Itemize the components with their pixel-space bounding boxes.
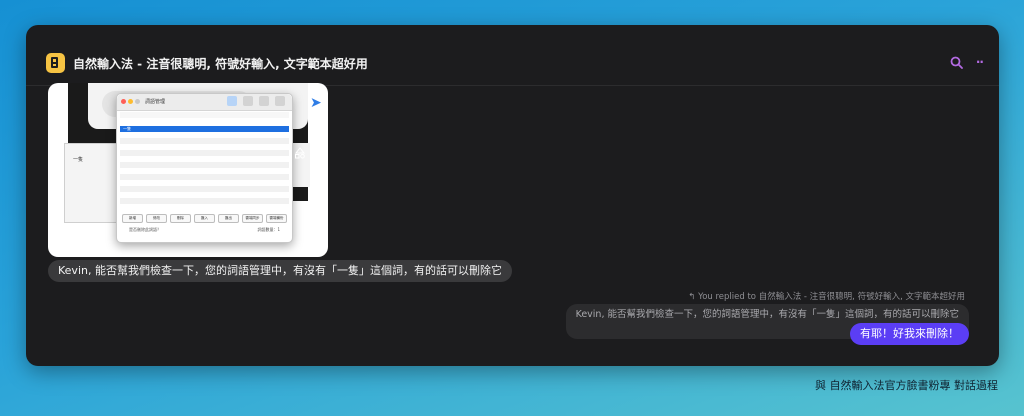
- shapes-icon: [294, 147, 306, 159]
- search-icon[interactable]: [950, 56, 963, 69]
- chat-window: 自然輸入法 - 注音很聰明, 符號好輸入, 文字範本超好用 ·· ➤ 一隻 詞語…: [26, 25, 999, 366]
- send-arrow-icon: ➤: [310, 95, 322, 111]
- word-manager-dialog: 詞語管理 一隻 新增 修改 刪除 匯入 匯出 雲端同步 雲端備份 是否刪除此詞語…: [116, 93, 293, 243]
- image-caption: 與 自然輸入法官方臉書粉專 對話過程: [815, 379, 998, 392]
- shared-screenshot[interactable]: ➤ 一隻 詞語管理 一隻 新增 修改 刪除 匯入 匯出 雲端同步 雲端備份 是否…: [48, 83, 328, 257]
- reply-info: ↰ You replied to 自然輸入法 - 注音很聰明, 符號好輸入, 文…: [688, 290, 965, 302]
- reply-info-text: You replied to 自然輸入法 - 注音很聰明, 符號好輸入, 文字範…: [698, 292, 965, 302]
- dialog-button: 新增: [122, 214, 143, 223]
- dialog-title: 詞語管理: [145, 99, 166, 105]
- chat-header: 自然輸入法 - 注音很聰明, 符號好輸入, 文字範本超好用 ··: [26, 51, 999, 86]
- dialog-button: 修改: [146, 214, 167, 223]
- chat-title[interactable]: 自然輸入法 - 注音很聰明, 符號好輸入, 文字範本超好用: [73, 55, 368, 72]
- left-window-text: 一隻: [73, 157, 84, 163]
- reply-arrow-icon: ↰: [688, 292, 699, 302]
- app-logo-icon[interactable]: [46, 53, 65, 73]
- dialog-button: 匯出: [218, 214, 239, 223]
- dialog-footer-left: 是否刪除此詞語？: [129, 227, 161, 232]
- dialog-button: 刪除: [170, 214, 191, 223]
- more-icon[interactable]: ··: [976, 55, 984, 69]
- dialog-button: 雲端備份: [266, 214, 287, 223]
- incoming-message[interactable]: Kevin, 能否幫我們檢查一下，您的詞語管理中，有沒有「一隻」這個詞，有的話可…: [48, 260, 512, 282]
- outgoing-message[interactable]: 有耶！好我來刪除！: [850, 323, 969, 345]
- dialog-button: 雲端同步: [242, 214, 263, 223]
- selected-word-row: 一隻: [120, 126, 289, 132]
- dialog-footer-right: 詞語數量：1: [257, 227, 280, 232]
- dialog-button: 匯入: [194, 214, 215, 223]
